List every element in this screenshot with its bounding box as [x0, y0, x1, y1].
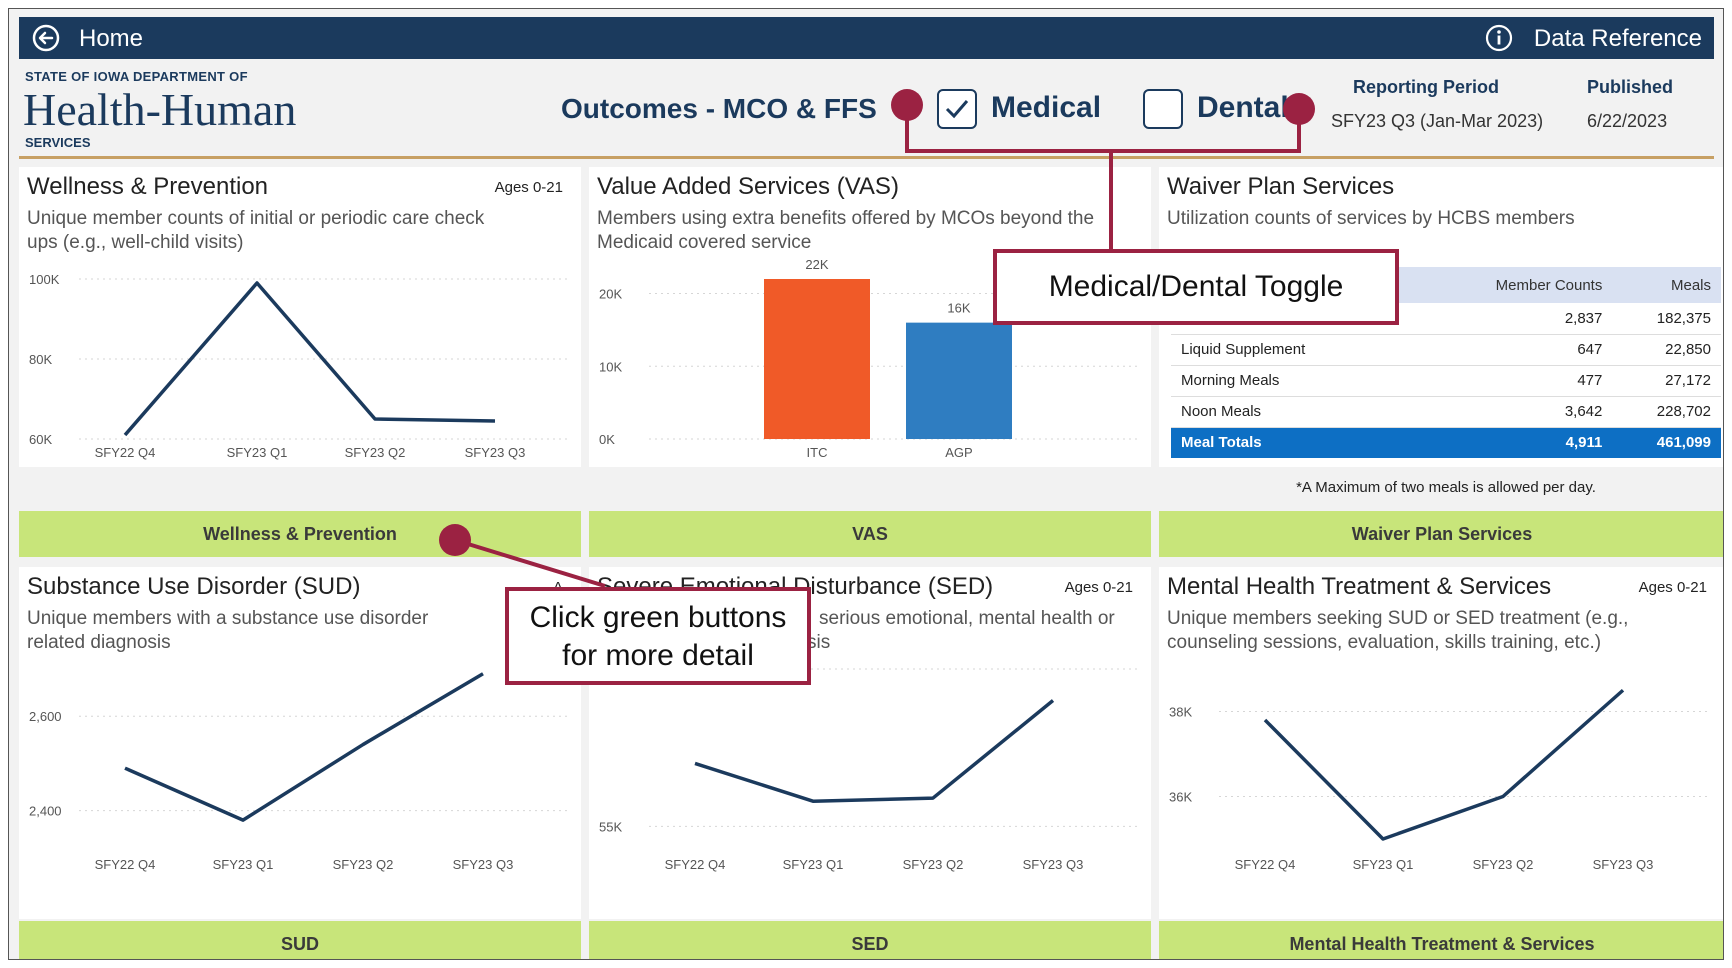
annotation-line: for more detail [562, 639, 754, 672]
green-button-marker [439, 524, 471, 556]
annotation-connectors [454, 105, 1301, 588]
dental-toggle-marker [1283, 93, 1315, 125]
green-buttons-annotation: Click green buttons for more detail [505, 587, 811, 685]
medical-toggle-marker [891, 89, 923, 121]
toggle-annotation: Medical/Dental Toggle [993, 249, 1399, 325]
annotation-line: Click green buttons [529, 601, 787, 634]
dashboard-frame: Home Data Reference STATE OF IOWA DEPART… [8, 8, 1724, 960]
